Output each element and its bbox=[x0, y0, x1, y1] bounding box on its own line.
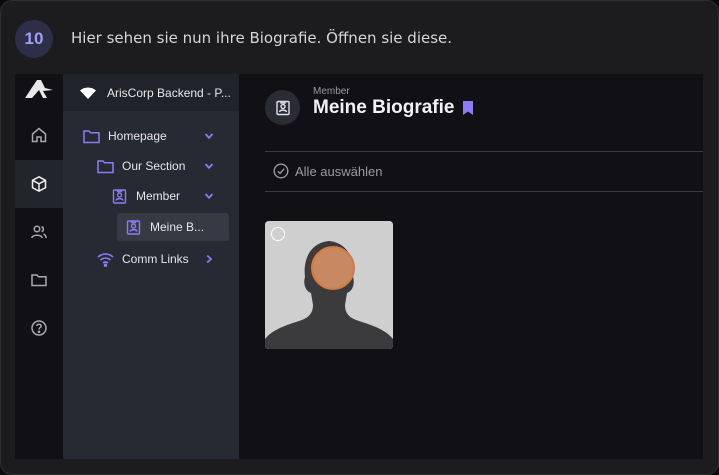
cube-icon bbox=[31, 175, 47, 193]
project-header[interactable]: ArisCorp Backend - P... bbox=[63, 74, 239, 111]
page-title-row: Meine Biografie bbox=[313, 97, 474, 119]
rail-home[interactable] bbox=[15, 111, 63, 159]
badge-icon bbox=[112, 188, 127, 204]
wifi-icon bbox=[97, 252, 114, 267]
divider bbox=[265, 191, 703, 192]
chevron-down-icon[interactable] bbox=[203, 160, 215, 172]
chevron-right-icon[interactable] bbox=[203, 253, 215, 265]
rail-files[interactable] bbox=[15, 256, 63, 304]
folder-icon bbox=[83, 129, 100, 143]
wifi-icon bbox=[80, 87, 96, 99]
step-number-badge: 10 bbox=[15, 20, 53, 58]
tree-item-meine-biografie[interactable]: Meine B... bbox=[117, 213, 229, 241]
divider bbox=[265, 151, 703, 152]
icon-rail bbox=[15, 74, 63, 459]
app-logo-icon bbox=[25, 80, 53, 98]
badge-icon bbox=[275, 100, 290, 115]
tree-item-label: Comm Links bbox=[122, 252, 189, 266]
navigation-tree: ArisCorp Backend - P... Homepage Our Sec… bbox=[63, 74, 239, 459]
tutorial-card: 10 Hier sehen sie nun ihre Biografie. Öf… bbox=[0, 0, 719, 475]
tree-item-our-section[interactable]: Our Section bbox=[97, 152, 223, 180]
chevron-down-icon[interactable] bbox=[203, 190, 215, 202]
select-all-button[interactable]: Alle auswählen bbox=[273, 163, 382, 179]
bookmark-icon[interactable] bbox=[462, 100, 474, 116]
chevron-down-icon[interactable] bbox=[203, 130, 215, 142]
tree-item-member[interactable]: Member bbox=[111, 182, 223, 210]
check-circle-icon bbox=[273, 163, 289, 179]
select-radio[interactable] bbox=[271, 227, 285, 241]
folder-icon bbox=[97, 159, 114, 173]
tree-item-label: Homepage bbox=[108, 129, 167, 143]
tree-item-label: Meine B... bbox=[150, 220, 205, 234]
tree-item-homepage[interactable]: Homepage bbox=[83, 122, 223, 150]
tree-item-comm-links[interactable]: Comm Links bbox=[97, 245, 223, 273]
help-icon bbox=[31, 320, 47, 336]
rail-content[interactable] bbox=[15, 160, 63, 208]
project-title: ArisCorp Backend - P... bbox=[107, 85, 231, 100]
badge-icon bbox=[126, 219, 141, 235]
rail-users[interactable] bbox=[15, 208, 63, 256]
tree-item-label: Member bbox=[136, 189, 181, 203]
folder-icon bbox=[31, 274, 47, 287]
app-screenshot: ArisCorp Backend - P... Homepage Our Sec… bbox=[15, 74, 703, 459]
page-title: Meine Biografie bbox=[313, 97, 455, 118]
step-instruction: Hier sehen sie nun ihre Biografie. Öffne… bbox=[71, 29, 453, 47]
breadcrumb[interactable]: Member bbox=[313, 86, 350, 97]
click-indicator bbox=[311, 246, 355, 290]
main-content: Member Meine Biografie Alle auswählen bbox=[239, 74, 703, 459]
select-all-label: Alle auswählen bbox=[295, 163, 383, 179]
tree-item-label: Our Section bbox=[122, 159, 186, 173]
page-icon bbox=[265, 90, 300, 125]
home-icon bbox=[31, 127, 47, 143]
rail-help[interactable] bbox=[15, 304, 63, 352]
users-icon bbox=[31, 225, 47, 239]
